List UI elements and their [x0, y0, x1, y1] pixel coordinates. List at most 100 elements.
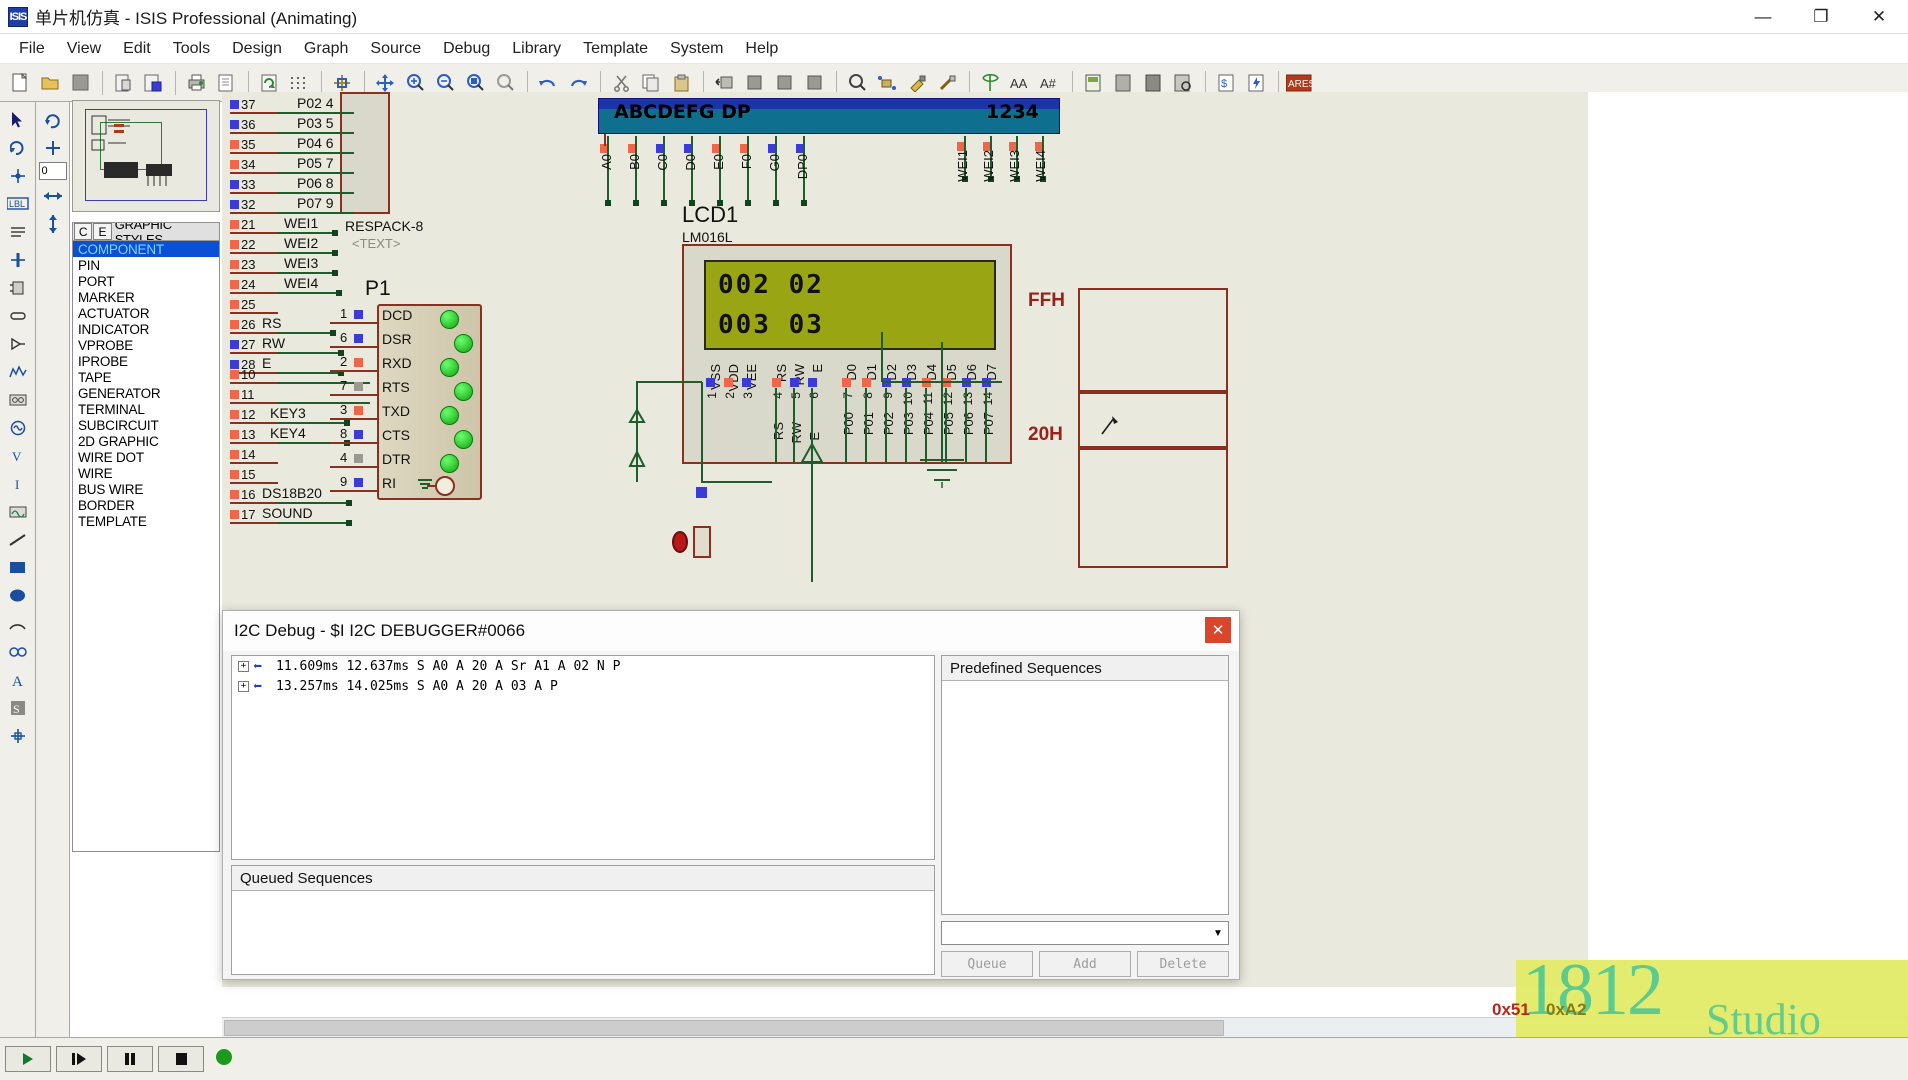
menu-tools[interactable]: Tools	[162, 37, 221, 61]
box-icon[interactable]	[4, 554, 32, 581]
graph-icon[interactable]	[4, 358, 32, 385]
style-item-generator[interactable]: GENERATOR	[73, 385, 219, 401]
rotate-clockwise-icon[interactable]	[39, 106, 67, 133]
p1-pin-square-3[interactable]	[354, 406, 363, 415]
table-row[interactable]: + ⬅ 13.257ms 14.025ms S A0 A 20 A 03 A P	[232, 676, 934, 696]
pin-square-16[interactable]	[230, 490, 239, 499]
junction-dot-icon[interactable]	[4, 162, 32, 189]
pin-square-15[interactable]	[230, 470, 239, 479]
style-item-bus-wire[interactable]: BUS WIRE	[73, 481, 219, 497]
i2c-trace-list[interactable]: + ⬅ 11.609ms 12.637ms S A0 A 20 A Sr A1 …	[231, 655, 935, 860]
style-item-template[interactable]: TEMPLATE	[73, 513, 219, 529]
overview-preview-panel[interactable]	[72, 100, 220, 212]
pin-square-23[interactable]	[230, 260, 239, 269]
mirror-horizontal-icon[interactable]	[39, 182, 67, 209]
step-button[interactable]	[56, 1046, 102, 1072]
menu-template[interactable]: Template	[572, 37, 659, 61]
i2c-debug-dialog[interactable]: I2C Debug - $I I2C DEBUGGER#0066 ✕ + ⬅ 1…	[222, 610, 1240, 980]
eeprom-box-bottom[interactable]	[1078, 448, 1228, 568]
tape-recorder-icon[interactable]	[4, 386, 32, 413]
scrollbar-thumb[interactable]	[224, 1020, 1224, 1036]
save-icon[interactable]	[66, 69, 94, 97]
p1-pin-square-2[interactable]	[354, 358, 363, 367]
close-icon[interactable]: ✕	[1205, 617, 1231, 643]
style-item-wire-dot[interactable]: WIRE DOT	[73, 449, 219, 465]
p1-pin-square-4[interactable]	[354, 454, 363, 463]
pin-square-28[interactable]	[230, 360, 239, 369]
text-script-icon[interactable]	[4, 218, 32, 245]
pin-square-24[interactable]	[230, 280, 239, 289]
pin-square-17[interactable]	[230, 510, 239, 519]
menu-edit[interactable]: Edit	[112, 37, 162, 61]
queued-sequences-panel[interactable]: Queued Sequences	[231, 865, 935, 975]
wire-label-icon[interactable]: LBL	[4, 190, 32, 217]
device-pin-icon[interactable]	[4, 330, 32, 357]
style-item-marker[interactable]: MARKER	[73, 289, 219, 305]
subcircuit-icon[interactable]	[4, 274, 32, 301]
style-item-iprobe[interactable]: IPROBE	[73, 353, 219, 369]
menu-help[interactable]: Help	[734, 37, 789, 61]
minimize-button[interactable]: —	[1734, 0, 1792, 34]
pin-square-25[interactable]	[230, 300, 239, 309]
terminals-icon[interactable]	[4, 302, 32, 329]
p1-pin-square-6[interactable]	[354, 334, 363, 343]
symbol-icon[interactable]: S	[4, 694, 32, 721]
p1-pin-square-9[interactable]	[354, 478, 363, 487]
style-item-actuator[interactable]: ACTUATOR	[73, 305, 219, 321]
style-item-border[interactable]: BORDER	[73, 497, 219, 513]
style-item-port[interactable]: PORT	[73, 273, 219, 289]
generator-icon[interactable]	[4, 414, 32, 441]
current-probe-icon[interactable]: I	[4, 470, 32, 497]
expand-icon[interactable]: +	[238, 680, 249, 692]
style-item-terminal[interactable]: TERMINAL	[73, 401, 219, 417]
menu-file[interactable]: File	[8, 37, 56, 61]
expand-icon[interactable]: +	[238, 660, 249, 672]
pin-square-27[interactable]	[230, 340, 239, 349]
menu-view[interactable]: View	[56, 37, 112, 61]
menu-system[interactable]: System	[659, 37, 734, 61]
p1-pin-square-8[interactable]	[354, 430, 363, 439]
style-item-wire[interactable]: WIRE	[73, 465, 219, 481]
new-file-icon[interactable]	[6, 69, 34, 97]
text-icon[interactable]: A	[4, 666, 32, 693]
line-icon[interactable]	[4, 526, 32, 553]
arc-icon[interactable]	[4, 610, 32, 637]
sequence-select[interactable]: ▼	[941, 921, 1229, 945]
eeprom-box-top[interactable]	[1078, 288, 1228, 392]
virtual-instrument-icon[interactable]	[4, 498, 32, 525]
dialog-title-bar[interactable]: I2C Debug - $I I2C DEBUGGER#0066 ✕	[223, 611, 1239, 651]
menu-library[interactable]: Library	[501, 37, 572, 61]
p1-pin-square-7[interactable]	[354, 382, 363, 391]
circle-icon[interactable]	[4, 582, 32, 609]
buses-icon[interactable]	[4, 246, 32, 273]
mirror-vertical-icon[interactable]	[39, 210, 67, 237]
pause-button[interactable]	[107, 1046, 153, 1072]
menu-debug[interactable]: Debug	[432, 37, 501, 61]
selection-mode-icon[interactable]	[4, 106, 32, 133]
table-row[interactable]: + ⬅ 11.609ms 12.637ms S A0 A 20 A Sr A1 …	[232, 656, 934, 676]
pin-square-36[interactable]	[230, 120, 239, 129]
style-item-vprobe[interactable]: VPROBE	[73, 337, 219, 353]
p1-pin-square-1[interactable]	[354, 310, 363, 319]
pin-square-35[interactable]	[230, 140, 239, 149]
pin-square-14[interactable]	[230, 450, 239, 459]
pin-square-37[interactable]	[230, 100, 239, 109]
queue-button[interactable]: Queue	[941, 951, 1033, 977]
style-item-pin[interactable]: PIN	[73, 257, 219, 273]
maximize-button[interactable]: ❐	[1792, 0, 1850, 34]
export-icon[interactable]	[139, 69, 167, 97]
pin-square-26[interactable]	[230, 320, 239, 329]
pin-square-10[interactable]	[230, 370, 239, 379]
pin-square-12[interactable]	[230, 410, 239, 419]
style-item-tape[interactable]: TAPE	[73, 369, 219, 385]
component-mode-icon[interactable]	[4, 134, 32, 161]
rotate-anticlockwise-icon[interactable]	[39, 134, 67, 161]
pin-square-21[interactable]	[230, 220, 239, 229]
pin-square-34[interactable]	[230, 160, 239, 169]
pin-square-33[interactable]	[230, 180, 239, 189]
print-icon[interactable]	[182, 69, 210, 97]
delete-button[interactable]: Delete	[1137, 951, 1229, 977]
close-window-button[interactable]: ✕	[1850, 0, 1908, 34]
menu-source[interactable]: Source	[359, 37, 432, 61]
style-item-component[interactable]: COMPONENT	[73, 241, 219, 257]
